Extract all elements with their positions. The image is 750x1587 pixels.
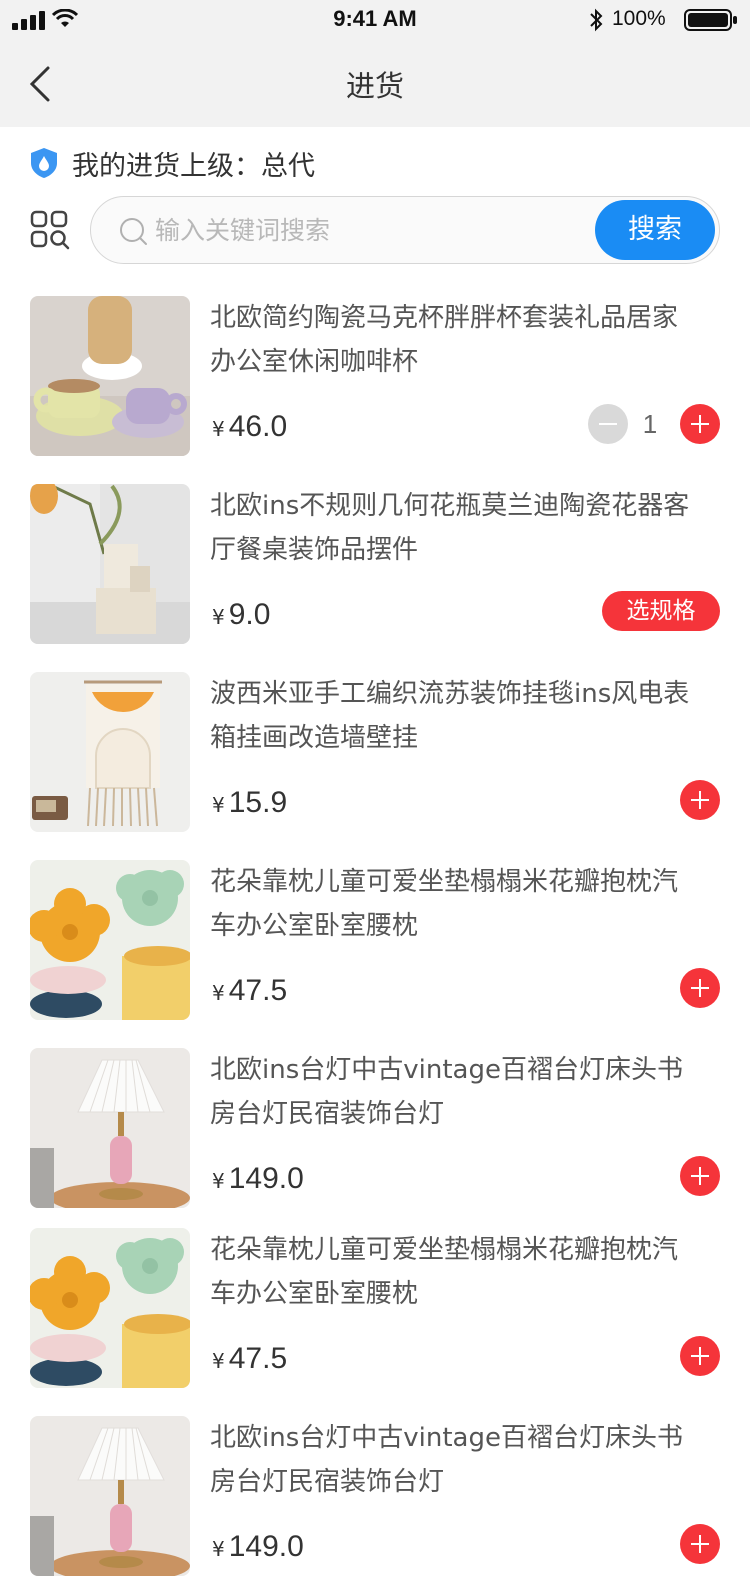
grid-search-icon[interactable]	[30, 210, 70, 250]
product-price: ¥ 149.0	[212, 1530, 304, 1570]
product-image[interactable]	[30, 296, 190, 456]
superior-value: 总代	[261, 150, 315, 182]
price-value: 47.5	[228, 974, 288, 1007]
product-price: ¥ 9.0	[212, 598, 270, 638]
product-item[interactable]: 北欧ins台灯中古vintage百褶台灯床头书房台灯民宿装饰台灯 ¥ 149.0	[0, 1416, 750, 1576]
superior-label: 我的进货上级：	[72, 150, 261, 182]
product-item[interactable]: 波西米亚手工编织流苏装饰挂毯ins风电表箱挂画改造墙壁挂 ¥ 15.9	[0, 672, 750, 832]
status-bar: 9:41 AM 100%	[0, 0, 750, 40]
product-item[interactable]: 花朵靠枕儿童可爱坐垫榻榻米花瓣抱枕汽车办公室卧室腰枕 ¥ 47.5	[0, 1228, 750, 1388]
currency-symbol: ¥	[212, 417, 225, 441]
plus-icon[interactable]	[680, 1336, 720, 1376]
search-button[interactable]: 搜索	[595, 200, 715, 260]
currency-symbol: ¥	[212, 1169, 225, 1193]
plus-icon[interactable]	[680, 968, 720, 1008]
product-image[interactable]	[30, 1048, 190, 1208]
search-icon	[120, 218, 147, 245]
search-input[interactable]	[155, 211, 575, 249]
product-image[interactable]	[30, 672, 190, 832]
minus-icon[interactable]	[588, 404, 628, 444]
product-name[interactable]: 花朵靠枕儿童可爱坐垫榻榻米花瓣抱枕汽车办公室卧室腰枕	[210, 1228, 700, 1316]
product-name[interactable]: 波西米亚手工编织流苏装饰挂毯ins风电表箱挂画改造墙壁挂	[210, 672, 700, 760]
select-spec-button[interactable]: 选规格	[602, 591, 720, 631]
shield-icon	[31, 148, 57, 178]
product-image[interactable]	[30, 860, 190, 1020]
product-image[interactable]	[30, 1228, 190, 1388]
product-item[interactable]: 北欧ins台灯中古vintage百褶台灯床头书房台灯民宿装饰台灯 ¥ 149.0	[0, 1048, 750, 1208]
quantity-value: 1	[642, 408, 658, 439]
product-item[interactable]: 北欧简约陶瓷马克杯胖胖杯套装礼品居家办公室休闲咖啡杯 ¥ 46.0 1	[0, 296, 750, 456]
product-price: ¥ 149.0	[212, 1162, 304, 1202]
product-item[interactable]: 花朵靠枕儿童可爱坐垫榻榻米花瓣抱枕汽车办公室卧室腰枕 ¥ 47.5	[0, 860, 750, 1020]
product-image[interactable]	[30, 484, 190, 644]
page-title: 进货	[345, 69, 404, 103]
price-value: 9.0	[228, 598, 271, 631]
currency-symbol: ¥	[212, 981, 225, 1005]
search-box: 搜索	[90, 196, 720, 264]
plus-icon[interactable]	[680, 1524, 720, 1564]
superior-info: 我的进货上级： 总代	[30, 143, 315, 183]
price-value: 46.0	[228, 410, 288, 443]
product-price: ¥ 47.5	[212, 1342, 287, 1382]
product-name[interactable]: 北欧ins台灯中古vintage百褶台灯床头书房台灯民宿装饰台灯	[210, 1416, 700, 1504]
bluetooth-icon	[590, 8, 603, 32]
currency-symbol: ¥	[212, 605, 225, 629]
product-price: ¥ 46.0	[212, 410, 287, 450]
plus-icon[interactable]	[680, 780, 720, 820]
product-name[interactable]: 北欧ins不规则几何花瓶莫兰迪陶瓷花器客厅餐桌装饰品摆件	[210, 484, 700, 572]
search-row: 搜索	[0, 196, 750, 264]
product-image[interactable]	[30, 1416, 190, 1576]
plus-icon[interactable]	[680, 404, 720, 444]
price-value: 149.0	[228, 1162, 304, 1195]
currency-symbol: ¥	[212, 1537, 225, 1561]
product-name[interactable]: 花朵靠枕儿童可爱坐垫榻榻米花瓣抱枕汽车办公室卧室腰枕	[210, 860, 700, 948]
battery-percent: 100%	[612, 7, 666, 30]
price-value: 149.0	[228, 1530, 304, 1563]
price-value: 47.5	[228, 1342, 288, 1375]
product-name[interactable]: 北欧ins台灯中古vintage百褶台灯床头书房台灯民宿装饰台灯	[210, 1048, 700, 1136]
quantity-stepper: 1	[588, 404, 720, 444]
currency-symbol: ¥	[212, 1349, 225, 1373]
battery-icon	[684, 9, 737, 31]
product-name[interactable]: 北欧简约陶瓷马克杯胖胖杯套装礼品居家办公室休闲咖啡杯	[210, 296, 700, 384]
product-price: ¥ 47.5	[212, 974, 287, 1014]
plus-icon[interactable]	[680, 1156, 720, 1196]
product-item[interactable]: 北欧ins不规则几何花瓶莫兰迪陶瓷花器客厅餐桌装饰品摆件 ¥ 9.0 选规格	[0, 484, 750, 644]
nav-bar: 进货	[0, 40, 750, 127]
price-value: 15.9	[228, 786, 288, 819]
product-price: ¥ 15.9	[212, 786, 287, 826]
currency-symbol: ¥	[212, 793, 225, 817]
